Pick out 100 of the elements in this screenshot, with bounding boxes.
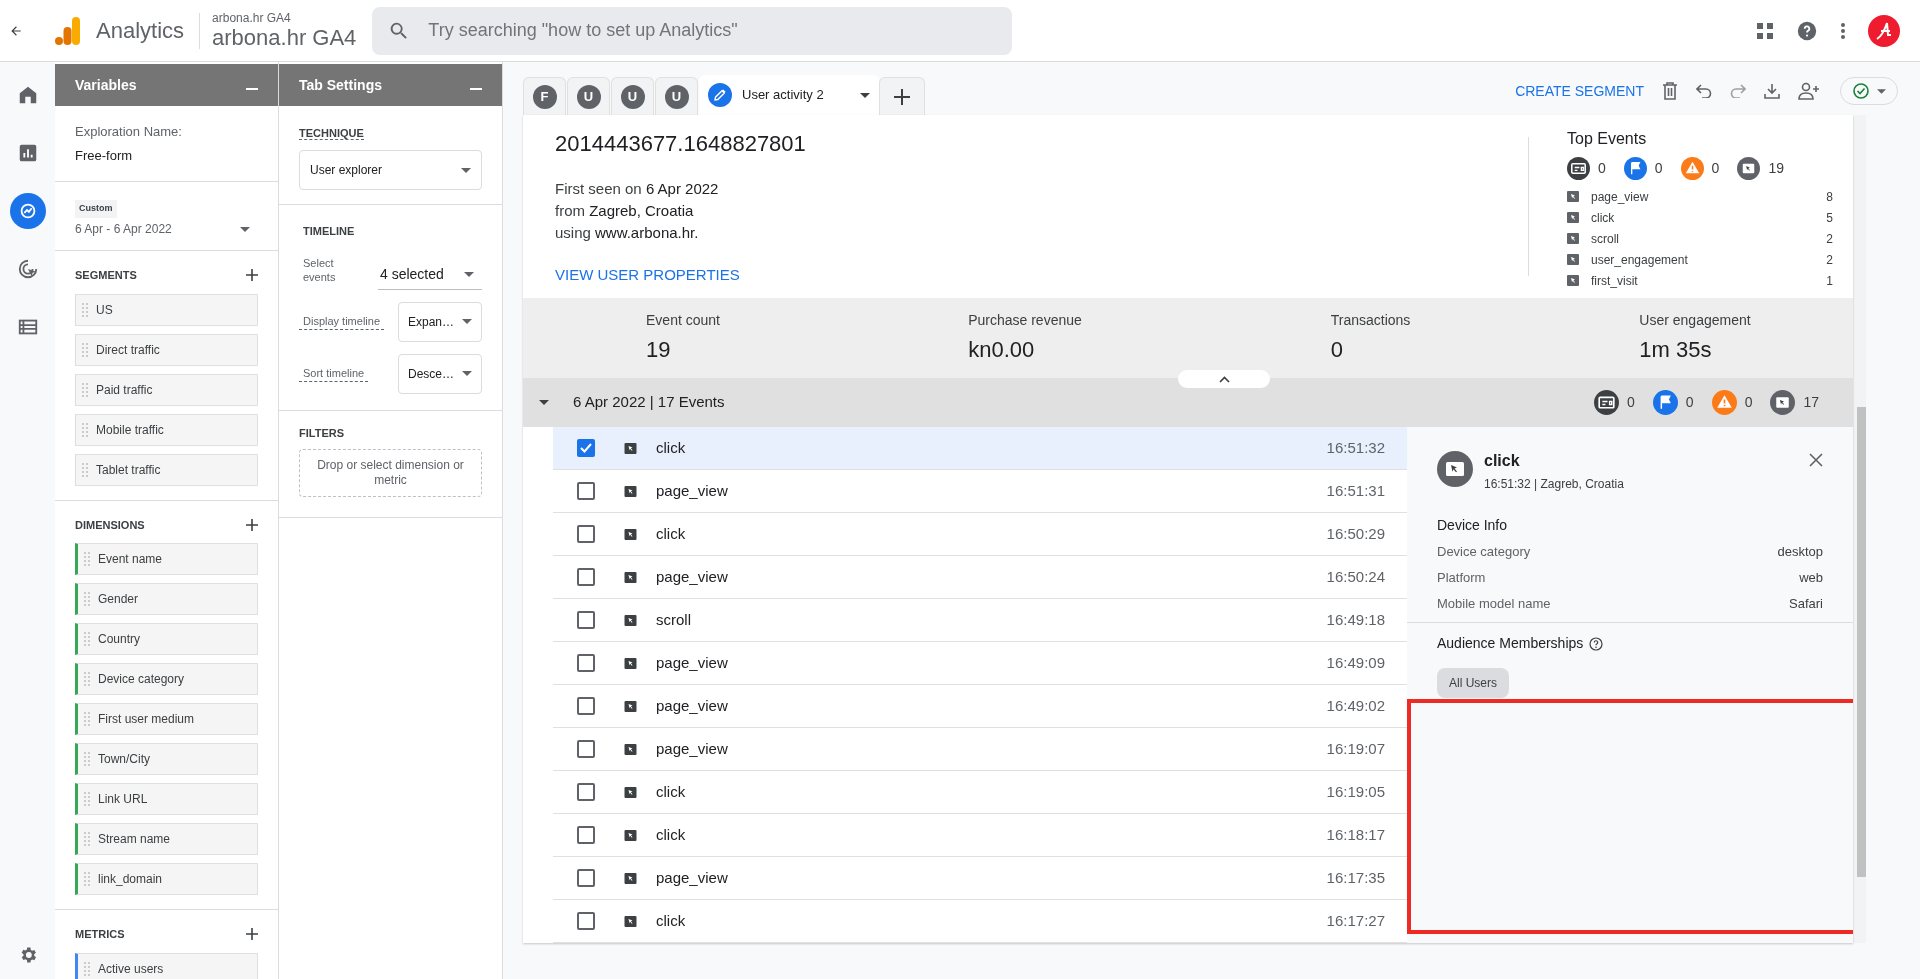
dimension-chip[interactable]: link_domain [75,863,258,895]
download-icon[interactable] [1764,83,1780,99]
event-time: 16:49:09 [1326,652,1385,673]
dimension-chip[interactable]: Town/City [75,743,258,775]
dimension-chip[interactable]: Event name [75,543,258,575]
segment-chip[interactable]: Direct traffic [75,333,258,366]
metric-value: 1m 35s [1639,336,1712,364]
metric-chip[interactable]: Active users [75,952,258,979]
event-row[interactable]: click 16:18:17 [553,814,1407,857]
help-icon[interactable] [1796,19,1818,42]
event-count: 0 [1711,159,1720,178]
more-vertical-icon[interactable] [1840,21,1846,40]
dimension-chip[interactable]: Country [75,623,258,655]
plus-icon[interactable] [246,269,258,282]
undo-icon[interactable] [1696,84,1712,98]
audience-chip[interactable]: All Users [1437,668,1509,698]
event-row[interactable]: page_view 16:50:24 [553,556,1407,599]
account-avatar-icon[interactable] [1868,14,1900,47]
checkbox[interactable] [577,869,595,887]
click-event-icon [1737,157,1761,180]
checkbox[interactable] [577,568,595,586]
setting-dropdown[interactable]: Desce… [398,353,482,394]
dimension-chip[interactable]: Gender [75,583,258,615]
day-group-header[interactable]: 6 Apr 2022 | 17 Events 0 0 0 17 [523,378,1853,427]
dimension-chip[interactable]: First user medium [75,703,258,735]
event-time: 16:18:17 [1326,824,1385,845]
date-preset-badge: Custom [75,200,117,218]
event-row[interactable]: page_view 16:49:09 [553,642,1407,685]
event-row[interactable]: click 16:19:05 [553,771,1407,814]
view-user-properties-link[interactable]: VIEW USER PROPERTIES [555,264,1528,287]
setting-dropdown[interactable]: 4 selected [378,259,482,290]
apps-grid-icon[interactable] [1756,21,1774,40]
event-row[interactable]: click 16:50:29 [553,513,1407,556]
plus-icon[interactable] [246,928,258,941]
click-event-icon [1567,254,1579,265]
segment-chip[interactable]: Paid traffic [75,373,258,406]
exploration-name[interactable]: Free-form [75,145,258,165]
checkbox[interactable] [577,525,595,543]
exploration-tab[interactable]: User activity 2 [699,75,879,115]
plus-icon[interactable] [246,518,258,531]
add-tab-button[interactable] [879,77,925,115]
event-row[interactable]: click 16:51:32 [553,427,1407,470]
dimension-chip[interactable]: Device category [75,663,258,695]
add-person-icon[interactable] [1798,82,1822,100]
checkbox[interactable] [577,697,595,715]
checkbox[interactable] [577,912,595,930]
segment-chip[interactable]: Mobile traffic [75,413,258,446]
checkbox[interactable] [577,439,595,457]
click-event-icon [624,442,637,454]
date-range-picker[interactable]: Custom 6 Apr - 6 Apr 2022 [55,182,278,251]
exploration-tab[interactable]: U [655,77,698,115]
event-subtitle: 16:51:32 | Zagreb, Croatia [1484,476,1624,493]
event-time: 16:50:29 [1326,523,1385,544]
setting-label: Sort timeline [299,364,369,383]
property-name[interactable]: arbona.hr GA4 [212,24,357,51]
create-segment-button[interactable]: CREATE SEGMENT [1515,80,1644,102]
event-row[interactable]: page_view 16:19:07 [553,728,1407,771]
dimension-chip[interactable]: Stream name [75,823,258,855]
panel-title: Tab Settings [299,75,382,95]
event-row[interactable]: page_view 16:17:35 [553,857,1407,900]
event-row[interactable]: click 16:17:27 [553,900,1407,943]
segment-chip[interactable]: US [75,293,258,326]
expand-caret-icon[interactable] [539,400,549,405]
dropdown-caret-icon [462,371,472,376]
event-row[interactable]: page_view 16:49:02 [553,685,1407,728]
event-name: click [656,824,686,845]
event-row[interactable]: scroll 16:49:18 [553,599,1407,642]
checkbox[interactable] [577,654,595,672]
click-event-icon [624,829,637,841]
checkbox[interactable] [577,783,595,801]
user-id: 2014443677.1648827801 [555,130,807,158]
help-outline-icon[interactable] [1589,636,1604,651]
technique-dropdown[interactable]: User explorer [299,150,482,190]
event-row[interactable]: page_view 16:51:31 [553,470,1407,513]
checkbox[interactable] [577,482,595,500]
nav-item-selected[interactable] [9,193,46,229]
search-field[interactable]: Try searching "how to set up Analytics" [372,6,1013,55]
section-heading: FILTERS [299,425,345,441]
setting-dropdown[interactable]: Expan… [398,301,482,342]
date-range: 6 Apr - 6 Apr 2022 [75,221,173,238]
event-name: page_view [656,566,728,587]
event-name: click [656,523,686,544]
metric-label: Transactions [1330,311,1411,330]
drag-handle-icon [82,302,88,317]
event-name: scroll [656,609,691,630]
trash-icon[interactable] [1662,82,1678,100]
checkbox[interactable] [577,740,595,758]
checkbox[interactable] [577,611,595,629]
drag-handle-icon [82,422,88,437]
drag-handle-icon [82,342,88,357]
exploration-tab[interactable]: F [523,77,566,115]
filter-drop-zone[interactable]: Drop or select dimension or metric [299,449,482,497]
scrollbar-thumb[interactable] [1857,407,1866,877]
collapse-toggle[interactable] [1178,370,1270,388]
close-icon[interactable] [1809,453,1823,467]
dimension-chip[interactable]: Link URL [75,783,258,815]
checkbox[interactable] [577,826,595,844]
segment-chip[interactable]: Tablet traffic [75,453,258,486]
exploration-tab[interactable]: U [567,77,610,115]
exploration-tab[interactable]: U [611,77,654,115]
